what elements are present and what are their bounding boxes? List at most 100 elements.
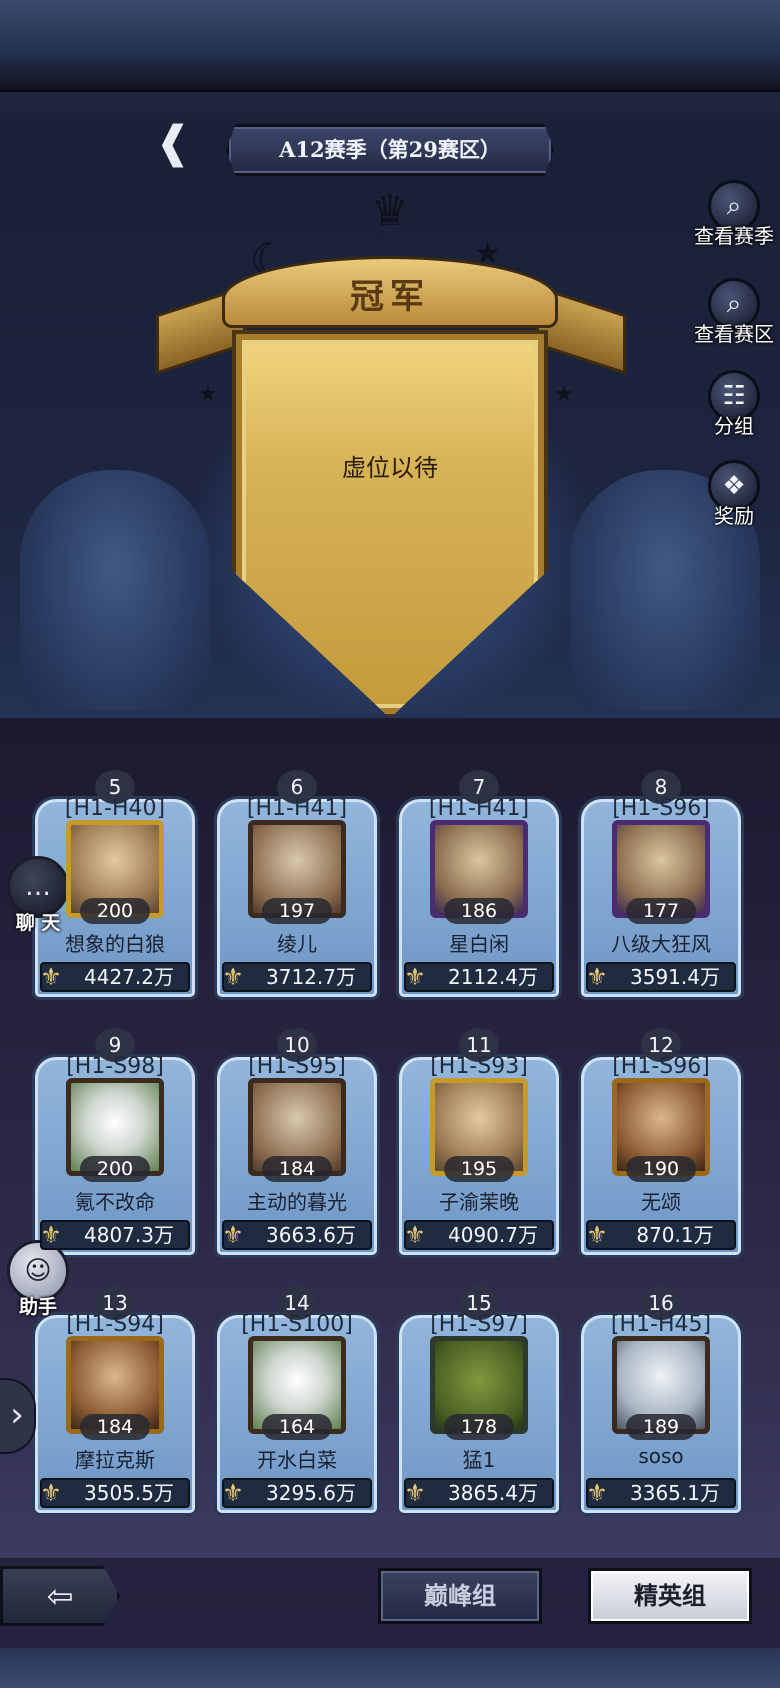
- power-value: 4090.7万: [448, 1223, 538, 1247]
- power-icon: ⚜: [586, 1221, 608, 1249]
- power-bar: ⚜ 2112.4万: [404, 962, 554, 992]
- power-bar: ⚜ 3295.6万: [222, 1478, 372, 1508]
- grouping-button[interactable]: ☷ 分组: [694, 370, 774, 438]
- view-zone-label: 查看赛区: [694, 322, 774, 346]
- server-label: [H1-S100]: [241, 1312, 353, 1337]
- power-value: 3712.7万: [266, 965, 356, 989]
- power-bar: ⚜ 3591.4万: [586, 962, 736, 992]
- power-value: 3365.1万: [630, 1481, 720, 1505]
- power-icon: ⚜: [222, 1221, 244, 1249]
- level-badge: 186: [444, 898, 514, 924]
- server-label: [H1-S98]: [66, 1054, 164, 1079]
- power-value: 3505.5万: [84, 1481, 174, 1505]
- view-season-button[interactable]: ⌕ 查看赛季: [694, 180, 774, 248]
- chat-button[interactable]: … 聊 天: [2, 856, 74, 935]
- player-card[interactable]: 6 [H1-H41] 197 绫儿 ⚜ 3712.7万: [214, 760, 380, 1000]
- player-name: 子渝茉晚: [439, 1190, 519, 1214]
- player-card[interactable]: 8 [H1-S96] 177 八级大狂风 ⚜ 3591.4万: [578, 760, 744, 1000]
- player-card[interactable]: 7 [H1-H41] 186 星白闲 ⚜ 2112.4万: [396, 760, 562, 1000]
- level-badge: 178: [444, 1414, 514, 1440]
- player-name: 氪不改命: [75, 1190, 155, 1214]
- power-bar: ⚜ 3865.4万: [404, 1478, 554, 1508]
- power-icon: ⚜: [404, 963, 426, 991]
- player-name: 猛1: [462, 1448, 496, 1472]
- server-label: [H1-S95]: [248, 1054, 346, 1079]
- server-label: [H1-H40]: [64, 796, 166, 821]
- level-badge: 195: [444, 1156, 514, 1182]
- player-card[interactable]: 15 [H1-S97] 178 猛1 ⚜ 3865.4万: [396, 1276, 562, 1516]
- star-icon: ★: [198, 382, 218, 407]
- level-badge: 184: [80, 1414, 150, 1440]
- player-name: 主动的暮光: [247, 1190, 347, 1214]
- player-name: 摩拉克斯: [75, 1448, 155, 1472]
- power-bar: ⚜ 4807.3万: [40, 1220, 190, 1250]
- player-card[interactable]: 14 [H1-S100] 164 开水白菜 ⚜ 3295.6万: [214, 1276, 380, 1516]
- power-icon: ⚜: [40, 1221, 62, 1249]
- power-value: 4807.3万: [84, 1223, 174, 1247]
- star-icon: ★: [554, 382, 574, 407]
- grouping-label: 分组: [714, 414, 754, 438]
- tab-elite-group[interactable]: 精英组: [588, 1568, 752, 1624]
- server-label: [H1-S96]: [612, 796, 710, 821]
- power-bar: ⚜ 3663.6万: [222, 1220, 372, 1250]
- statue-left: [20, 470, 210, 710]
- player-card[interactable]: 9 [H1-S98] 200 氪不改命 ⚜ 4807.3万: [32, 1018, 198, 1258]
- view-season-label: 查看赛季: [694, 224, 774, 248]
- champion-label: 冠军: [350, 277, 430, 317]
- player-card[interactable]: 13 [H1-S94] 184 摩拉克斯 ⚜ 3505.5万: [32, 1276, 198, 1516]
- player-name: 星白闲: [449, 932, 509, 956]
- top-decor-strip: [0, 0, 780, 92]
- season-title: A12赛季（第29赛区）: [226, 124, 554, 176]
- level-badge: 200: [80, 898, 150, 924]
- level-badge: 177: [626, 898, 696, 924]
- level-badge: 164: [262, 1414, 332, 1440]
- power-value: 870.1万: [636, 1223, 714, 1247]
- power-icon: ⚜: [404, 1221, 426, 1249]
- level-badge: 200: [80, 1156, 150, 1182]
- level-badge: 184: [262, 1156, 332, 1182]
- power-icon: ⚜: [404, 1479, 426, 1507]
- power-icon: ⚜: [586, 963, 608, 991]
- player-name: 想象的白狼: [65, 932, 165, 956]
- level-badge: 197: [262, 898, 332, 924]
- power-value: 2112.4万: [448, 965, 538, 989]
- player-name: 八级大狂风: [611, 932, 711, 956]
- power-bar: ⚜ 4090.7万: [404, 1220, 554, 1250]
- power-bar: ⚜ 3365.1万: [586, 1478, 736, 1508]
- player-name: 开水白菜: [257, 1448, 337, 1472]
- power-icon: ⚜: [222, 963, 244, 991]
- game-screen: ❰ A12赛季（第29赛区） ♛ ☾ ★ ★ ★ 冠军 虚位以待 ⌕ 查看赛季 …: [0, 0, 780, 1688]
- power-value: 3591.4万: [630, 965, 720, 989]
- server-label: [H1-S94]: [66, 1312, 164, 1337]
- power-bar: ⚜ 4427.2万: [40, 962, 190, 992]
- player-card[interactable]: 12 [H1-S96] 190 无颂 ⚜ 870.1万: [578, 1018, 744, 1258]
- back-arrow-icon[interactable]: ❰: [150, 112, 196, 174]
- bottom-back-button[interactable]: ⇦: [0, 1566, 120, 1626]
- tab-peak-group[interactable]: 巅峰组: [378, 1568, 542, 1624]
- server-label: [H1-S96]: [612, 1054, 710, 1079]
- player-card[interactable]: 16 [H1-H45] 189 soso ⚜ 3365.1万: [578, 1276, 744, 1516]
- level-badge: 189: [626, 1414, 696, 1440]
- server-label: [H1-S97]: [430, 1312, 528, 1337]
- bottom-decor-strip: [0, 1648, 780, 1688]
- rewards-button[interactable]: ❖ 奖励: [694, 460, 774, 528]
- power-value: 4427.2万: [84, 965, 174, 989]
- champion-vacant-text: 虚位以待: [342, 454, 438, 482]
- power-bar: ⚜ 3505.5万: [40, 1478, 190, 1508]
- player-name: soso: [638, 1444, 684, 1468]
- server-label: [H1-H41]: [428, 796, 530, 821]
- server-label: [H1-H41]: [246, 796, 348, 821]
- player-card[interactable]: 11 [H1-S93] 195 子渝茉晚 ⚜ 4090.7万: [396, 1018, 562, 1258]
- power-icon: ⚜: [222, 1479, 244, 1507]
- level-badge: 190: [626, 1156, 696, 1182]
- view-zone-button[interactable]: ⌕ 查看赛区: [694, 278, 774, 346]
- power-value: 3663.6万: [266, 1223, 356, 1247]
- power-value: 3865.4万: [448, 1481, 538, 1505]
- power-icon: ⚜: [586, 1479, 608, 1507]
- player-card[interactable]: 10 [H1-S95] 184 主动的暮光 ⚜ 3663.6万: [214, 1018, 380, 1258]
- rewards-label: 奖励: [714, 504, 754, 528]
- player-name: 绫儿: [277, 932, 317, 956]
- power-icon: ⚜: [40, 963, 62, 991]
- power-icon: ⚜: [40, 1479, 62, 1507]
- server-label: [H1-S93]: [430, 1054, 528, 1079]
